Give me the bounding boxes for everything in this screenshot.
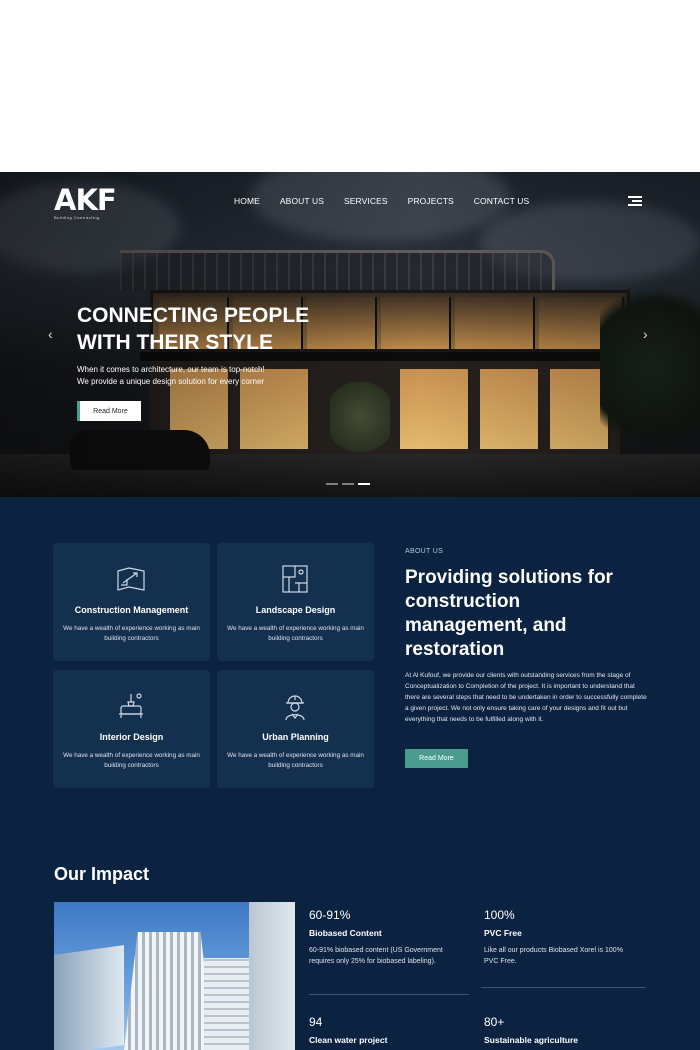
slider-dot[interactable] [326,483,338,485]
about-read-more-button[interactable]: Read More [405,749,468,768]
main-nav: HOME ABOUT US SERVICES PROJECTS CONTACT … [234,196,549,206]
services-about-section: Construction Management We have a wealth… [0,497,700,1050]
stat-value: 100% [484,908,515,922]
tower [54,945,124,1050]
stat-description: Like all our products Biobased Xorel is … [484,947,623,965]
stat-label: Biobased Content [309,928,382,938]
slider-next-arrow-icon[interactable]: › [643,326,648,342]
service-description: We have a wealth of experience working a… [63,752,200,769]
stat-value: 80+ [484,1015,505,1029]
stat-description: 60-91% biobased content (US Government r… [309,947,443,965]
impact-stat: 60-91% Biobased Content 60-91% biobased … [309,908,449,967]
nav-home[interactable]: HOME [234,196,260,206]
stat-label: PVC Free [484,928,522,938]
logo[interactable]: AKF Building Contracting [54,183,117,222]
hero-title-line2: WITH THEIR STYLE [77,331,273,354]
service-card-urban-planning[interactable]: Urban Planning We have a wealth of exper… [217,670,374,788]
about-title: Providing solutions for construction man… [405,567,613,660]
tower [249,902,295,1050]
service-title: Construction Management [74,605,189,615]
blueprint-icon [117,567,145,591]
service-title: Interior Design [99,732,164,742]
impact-stat: 100% PVC Free Like all our products Biob… [484,908,624,967]
top-blank-area [0,0,700,172]
slider-prev-arrow-icon[interactable]: ‹ [48,326,53,342]
about-body: At Al Kufouf, we provide our clients wit… [405,672,647,723]
service-description: We have a wealth of experience working a… [227,625,364,642]
logo-mark: AKF [54,183,117,217]
impact-title: Our Impact [54,864,150,884]
tower [124,932,214,1050]
floorplan-icon [282,565,308,593]
impact-skyscraper-image [54,902,295,1050]
hero-subtitle: When it comes to architecture, our team … [77,364,337,388]
impact-stat: 94 Clean water project [309,1015,387,1045]
nav-projects[interactable]: PROJECTS [408,196,454,206]
about-label: ABOUT US [405,548,444,555]
service-description: We have a wealth of experience working a… [227,752,364,769]
stat-divider [481,987,646,988]
interior-icon [119,693,143,718]
service-description: We have a wealth of experience working a… [63,625,200,642]
hero-subtitle-line1: When it comes to architecture, our team … [77,365,265,374]
service-card-landscape-design[interactable]: Landscape Design We have a wealth of exp… [217,543,374,661]
slider-dot-active[interactable] [358,483,370,485]
stat-value: 94 [309,1015,323,1029]
hero-title-line1: CONNECTING PEOPLE [77,304,310,327]
nav-services[interactable]: SERVICES [344,196,388,206]
hero-title: CONNECTING PEOPLE WITH THEIR STYLE [77,302,377,356]
nav-about-us[interactable]: ABOUT US [280,196,324,206]
service-title: Landscape Design [255,605,336,615]
stat-divider [309,994,469,995]
logo-tagline: Building Contracting [54,215,100,220]
stat-value: 60-91% [309,908,351,922]
hero-subtitle-line2: We provide a unique design solution for … [77,377,265,386]
stat-label: Clean water project [309,1035,388,1045]
hero-read-more-button[interactable]: Read More [77,401,141,421]
stat-label: Sustainable agriculture [484,1035,578,1045]
nav-contact-us[interactable]: CONTACT US [474,196,529,206]
slider-dot[interactable] [342,483,354,485]
service-card-interior-design[interactable]: Interior Design We have a wealth of expe… [53,670,210,788]
service-title: Urban Planning [262,732,329,742]
service-card-construction-management[interactable]: Construction Management We have a wealth… [53,543,210,661]
hamburger-menu-icon[interactable] [628,196,642,206]
slider-dots [326,483,370,485]
engineer-icon [285,695,305,721]
impact-stat: 80+ Sustainable agriculture [484,1015,578,1045]
hero-slider: AKF Building Contracting HOME ABOUT US S… [0,172,700,497]
